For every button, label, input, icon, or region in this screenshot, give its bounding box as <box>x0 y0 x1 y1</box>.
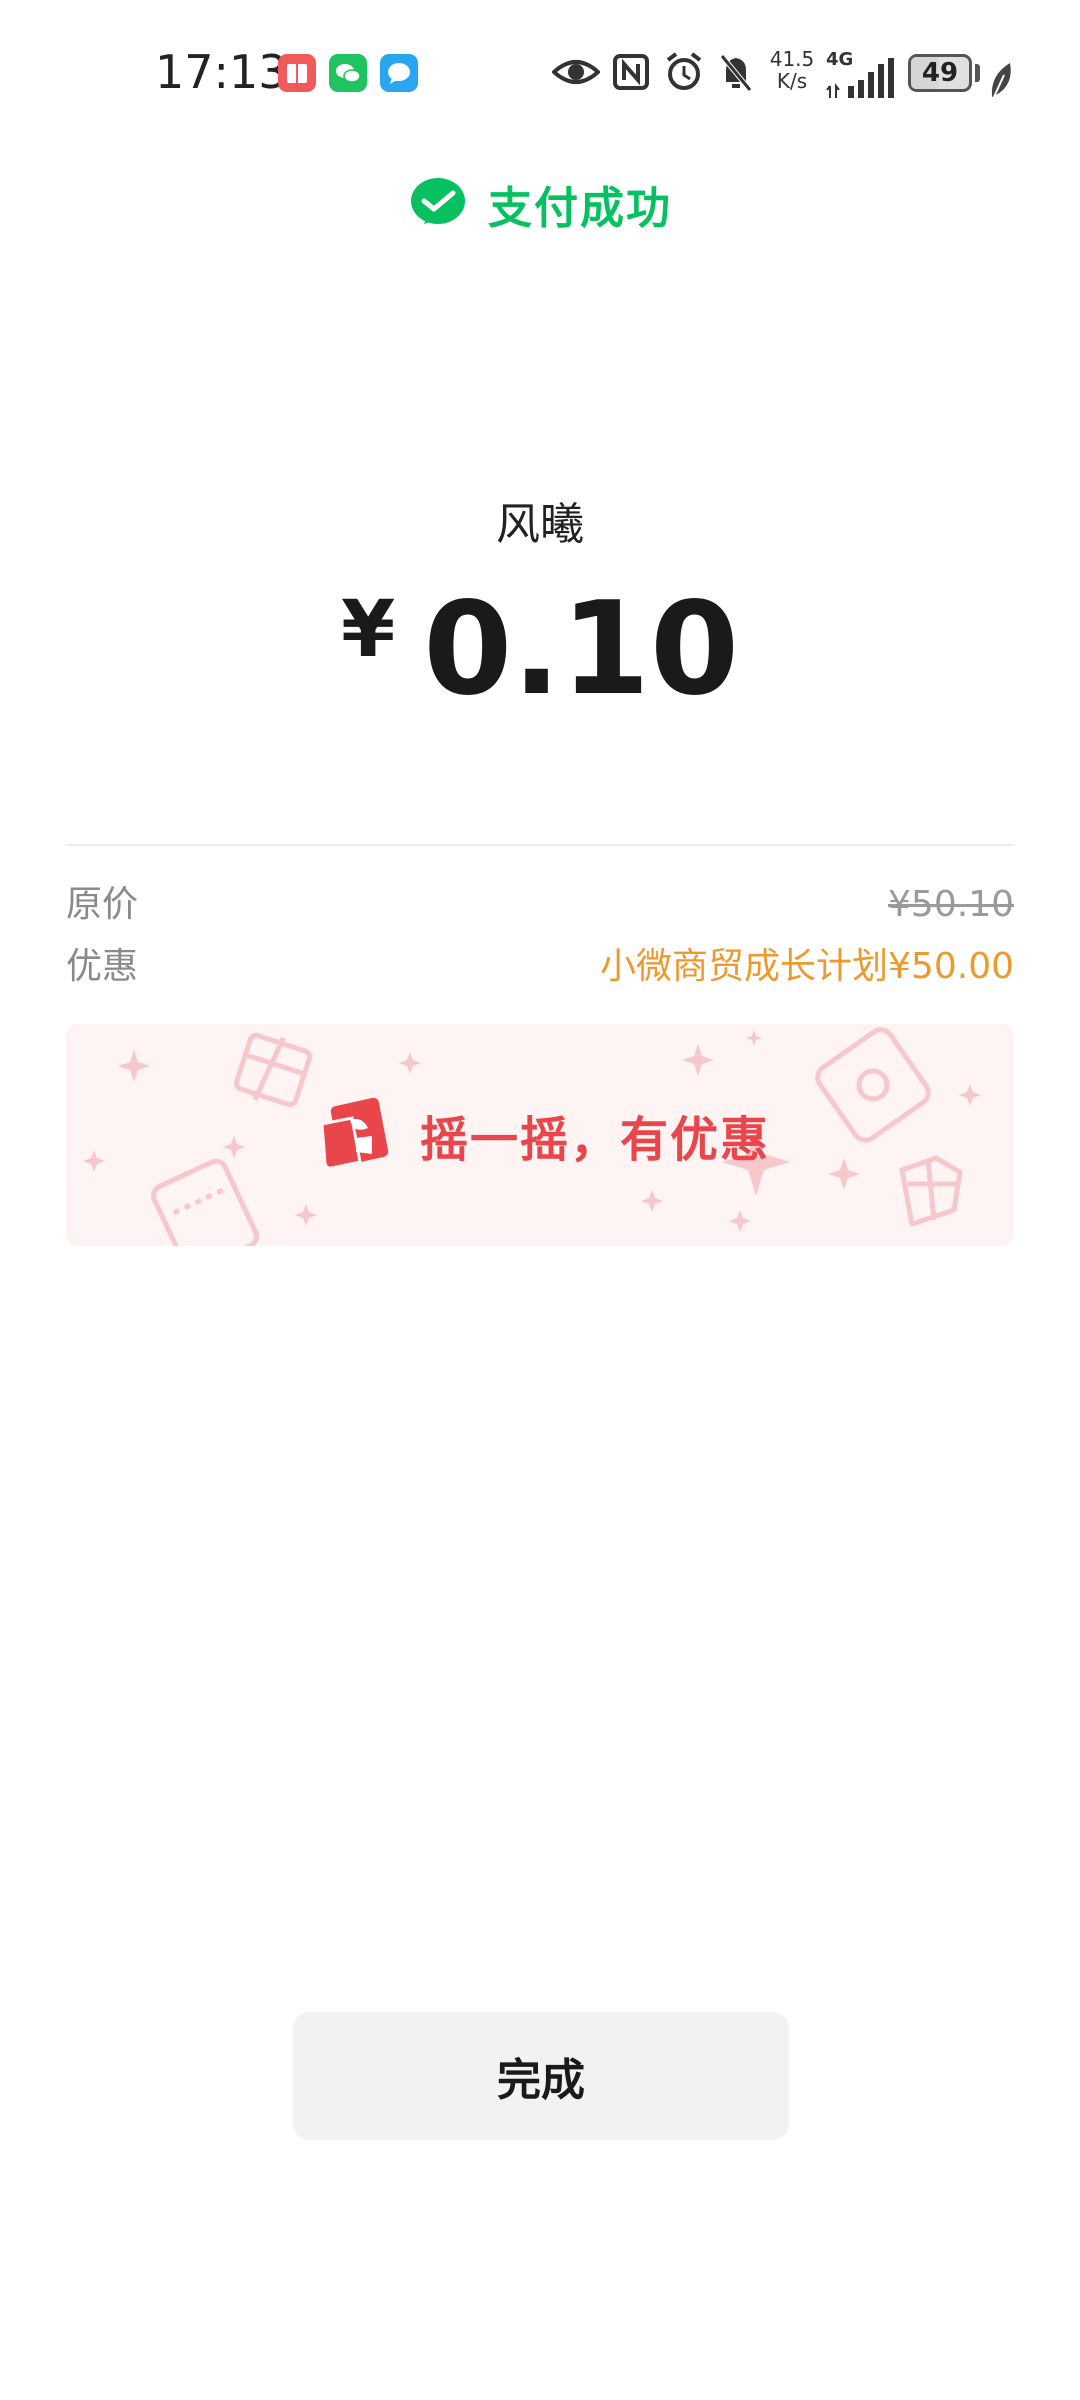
wechat-app-icon <box>329 54 367 92</box>
wechat-pay-check-icon <box>411 178 465 224</box>
shake-promo-text: 摇一摇，有优惠 <box>419 1112 770 1168</box>
merchant-name: 风曦 <box>496 499 584 550</box>
message-app-icon <box>380 54 418 92</box>
leaf-icon <box>991 63 1011 98</box>
amount-row: ¥ 0.10 <box>0 580 1080 720</box>
shake-promo-banner[interactable]: 摇一摇，有优惠 <box>66 1024 1014 1246</box>
discount-row: 优惠 小微商贸成长计划¥50.00 <box>66 941 1014 993</box>
payment-status-title: 支付成功 <box>488 183 672 234</box>
discount-value: 小微商贸成长计划¥50.00 <box>600 946 1014 987</box>
network-speed-unit: K/s <box>776 69 808 93</box>
shake-promo-content: 摇一摇，有优惠 <box>66 1024 1014 1246</box>
battery-cap <box>975 64 980 82</box>
original-price-label: 原价 <box>66 884 139 925</box>
paid-amount: 0.10 <box>423 575 740 724</box>
eye-icon <box>552 60 600 84</box>
currency-symbol: ¥ <box>340 585 396 675</box>
battery-text: 49 <box>921 58 959 88</box>
status-time: 17:13 <box>155 45 288 99</box>
nfc-icon <box>613 54 649 90</box>
original-price-value: ¥50.10 <box>888 884 1014 925</box>
divider <box>66 844 1014 846</box>
original-price-row: 原价 ¥50.10 <box>66 879 1014 931</box>
discount-label: 优惠 <box>66 946 139 987</box>
status-bar: 17:13 41.5 K/s 4G 49 <box>0 0 1080 140</box>
battery-indicator: 49 <box>908 54 972 92</box>
mute-icon <box>720 54 752 92</box>
signal-icon <box>826 58 894 98</box>
payment-status-header: 支付成功 <box>0 172 1080 236</box>
shake-red-packet-icon <box>320 1097 389 1170</box>
network-speed: 41.5 K/s <box>766 48 818 92</box>
reader-app-icon <box>278 54 316 92</box>
done-button[interactable]: 完成 <box>293 2012 789 2140</box>
alarm-icon <box>666 52 702 90</box>
network-speed-value: 41.5 <box>769 47 815 71</box>
